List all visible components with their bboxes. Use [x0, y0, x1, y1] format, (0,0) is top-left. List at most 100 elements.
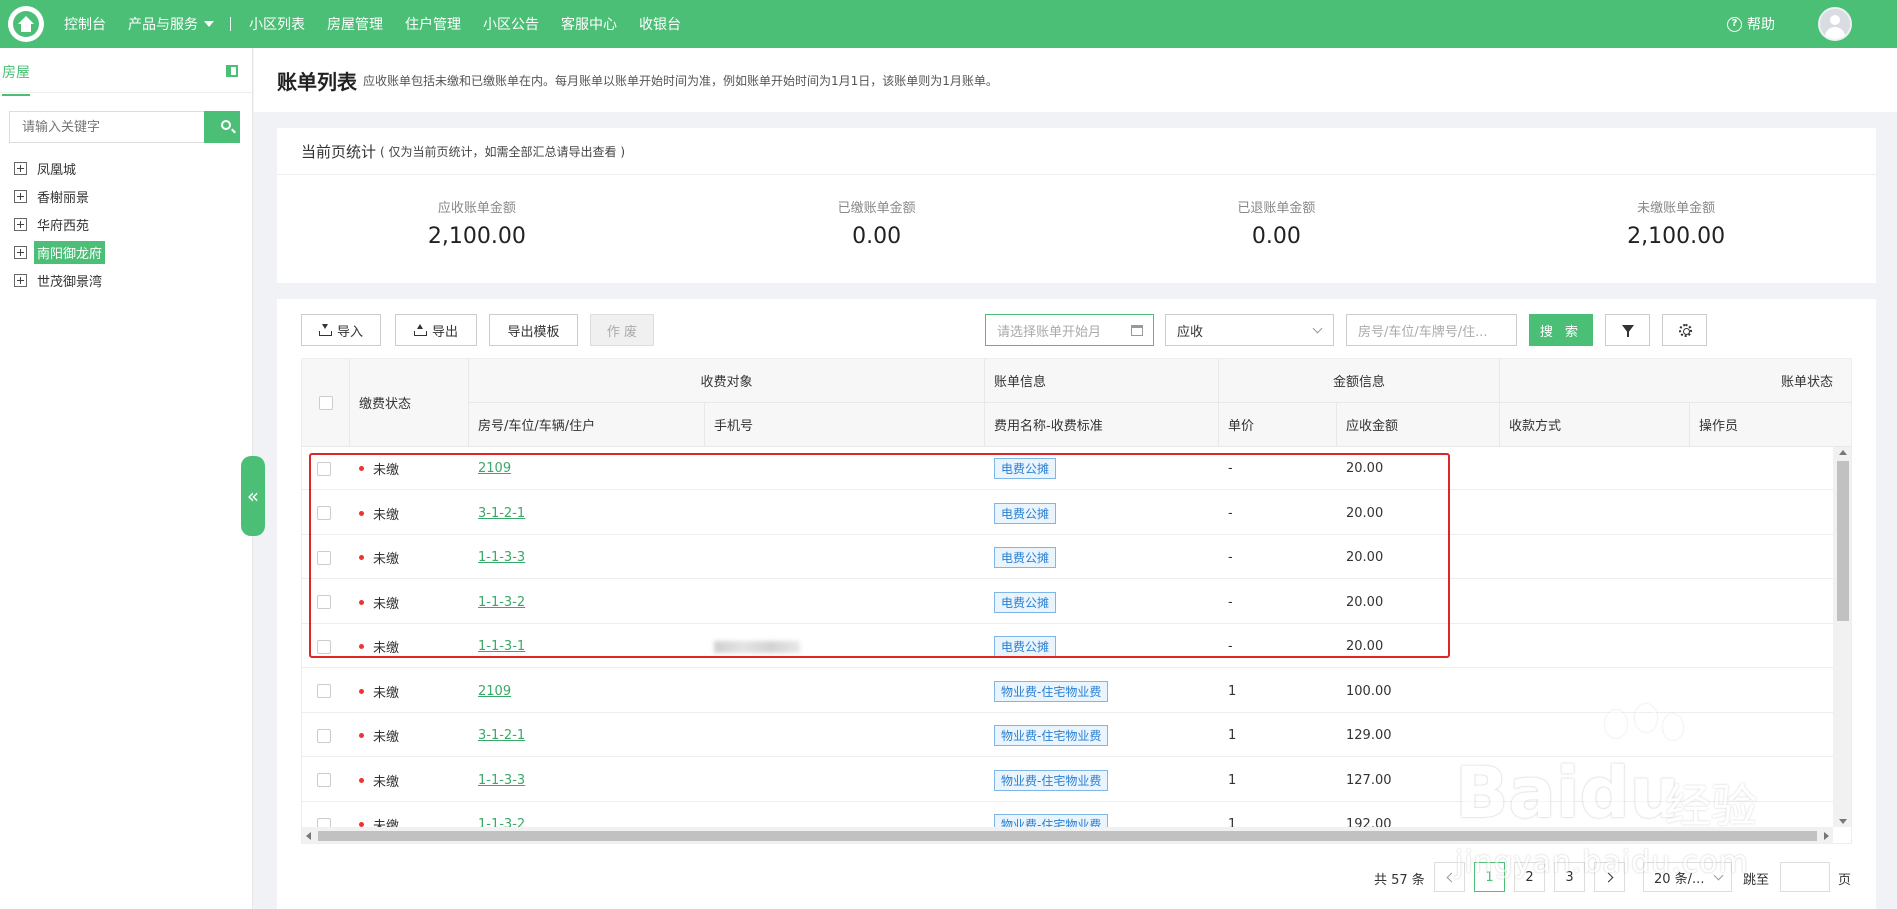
room-link[interactable]: 3-1-2-1: [478, 728, 525, 743]
row-checkbox[interactable]: [317, 684, 331, 698]
pay-status-text: 未缴: [373, 596, 400, 612]
panel-toggle-icon[interactable]: [226, 65, 238, 77]
settings-button[interactable]: [1662, 314, 1707, 346]
row-checkbox[interactable]: [317, 461, 331, 476]
fee-tag[interactable]: 电费公摊: [994, 636, 1057, 657]
arrow-right-icon[interactable]: [1824, 832, 1829, 840]
nav-house-mgmt[interactable]: 房屋管理: [327, 14, 383, 34]
room-search-input[interactable]: 房号/车位/车牌号/住...: [1346, 314, 1517, 346]
fee-tag[interactable]: 物业费-住宅物业费: [994, 680, 1109, 702]
fee-tag[interactable]: 电费公摊: [994, 458, 1057, 479]
room-link[interactable]: 1-1-3-1: [478, 639, 525, 654]
header-room[interactable]: 房号/车位/车辆/住户: [469, 403, 705, 447]
vertical-scrollbar[interactable]: [1833, 447, 1851, 827]
select-all-checkbox[interactable]: [318, 395, 333, 410]
header-operator[interactable]: 操作员: [1690, 403, 1851, 447]
fee-tag[interactable]: 物业费-住宅物业费: [994, 769, 1109, 791]
search-button[interactable]: 搜 索: [1529, 314, 1593, 346]
expand-icon[interactable]: [14, 273, 27, 287]
row-checkbox[interactable]: [317, 595, 331, 609]
arrow-down-icon[interactable]: [1839, 819, 1847, 824]
table-row[interactable]: 未缴 2109 电费公摊 - 20.00: [302, 447, 1833, 490]
horizontal-scrollbar[interactable]: [302, 827, 1833, 843]
tree-item[interactable]: 世茂御景湾: [14, 266, 105, 294]
tree-item-label[interactable]: 世茂御景湾: [34, 269, 105, 292]
sidebar-search-button[interactable]: [204, 111, 240, 143]
scroll-thumb[interactable]: [1837, 461, 1849, 621]
export-template-button[interactable]: 导出模板: [489, 314, 578, 346]
header-phone[interactable]: 手机号: [705, 403, 985, 447]
scroll-thumb[interactable]: [318, 831, 1817, 841]
room-link[interactable]: 2109: [478, 461, 511, 476]
arrow-up-icon[interactable]: [1839, 450, 1847, 455]
row-checkbox[interactable]: [317, 639, 331, 654]
bill-type-select[interactable]: 应收: [1165, 314, 1334, 346]
nav-products[interactable]: 产品与服务: [128, 14, 214, 34]
tree-item[interactable]: 华府西苑: [14, 210, 105, 238]
fee-tag[interactable]: 电费公摊: [994, 547, 1057, 568]
import-button[interactable]: 导入: [301, 314, 381, 346]
table-row[interactable]: 未缴 1-1-3-3 物业费-住宅物业费 1 127.00: [302, 758, 1833, 802]
expand-icon[interactable]: [14, 217, 27, 231]
table-row[interactable]: 未缴 1-1-3-3 电费公摊 - 20.00: [302, 536, 1833, 579]
nav-service-center[interactable]: 客服中心: [561, 14, 617, 34]
logo[interactable]: [8, 6, 44, 42]
header-receivable[interactable]: 应收金额: [1337, 403, 1500, 447]
sidebar-collapse-button[interactable]: «: [241, 456, 265, 536]
help-link[interactable]: ? 帮助: [1727, 0, 1775, 48]
room-link[interactable]: 1-1-3-3: [478, 773, 525, 788]
tree-item[interactable]: 香榭丽景: [14, 182, 105, 210]
table-row[interactable]: 未缴 3-1-2-1 物业费-住宅物业费 1 129.00: [302, 714, 1833, 757]
tree-item-label-selected[interactable]: 南阳御龙府: [34, 240, 106, 264]
header-pay-method[interactable]: 收款方式: [1500, 403, 1690, 447]
unpaid-dot-icon: [359, 555, 364, 560]
goto-page-input[interactable]: [1780, 862, 1830, 892]
prev-page-button[interactable]: [1434, 862, 1465, 892]
table-row[interactable]: 未缴 3-1-2-1 电费公摊 - 20.00: [302, 491, 1833, 535]
header-pay-status[interactable]: 缴费状态: [350, 359, 469, 447]
tree-item[interactable]: 凤凰城: [14, 154, 105, 182]
room-link[interactable]: 1-1-3-3: [478, 550, 525, 565]
sidebar-search-input[interactable]: [9, 111, 204, 143]
tab-house[interactable]: 房屋: [2, 62, 30, 96]
tree-item-label[interactable]: 凤凰城: [34, 157, 79, 180]
arrow-left-icon[interactable]: [306, 832, 311, 840]
room-link[interactable]: 2109: [478, 684, 511, 699]
nav-cashier[interactable]: 收银台: [639, 14, 681, 34]
expand-icon[interactable]: [14, 189, 27, 203]
header-unit-price[interactable]: 单价: [1219, 403, 1337, 447]
nav-resident-mgmt[interactable]: 住户管理: [405, 14, 461, 34]
row-checkbox[interactable]: [317, 550, 331, 565]
row-checkbox[interactable]: [317, 773, 331, 787]
page-size-select[interactable]: 20 条/...: [1643, 862, 1732, 892]
table-row[interactable]: 未缴 1-1-3-1 电费公摊 - 20.00: [302, 625, 1833, 668]
row-checkbox[interactable]: [317, 506, 331, 520]
table-row[interactable]: 未缴 1-1-3-2 电费公摊 - 20.00: [302, 580, 1833, 624]
table-row[interactable]: 未缴 2109 物业费-住宅物业费 1 100.00: [302, 669, 1833, 713]
tree-item-label[interactable]: 香榭丽景: [34, 185, 92, 208]
nav-announcement[interactable]: 小区公告: [483, 14, 539, 34]
expand-icon[interactable]: [14, 245, 27, 259]
row-checkbox[interactable]: [317, 728, 331, 743]
bill-month-picker[interactable]: 请选择账单开始月: [985, 314, 1154, 346]
fee-tag[interactable]: 电费公摊: [994, 591, 1057, 613]
nav-console[interactable]: 控制台: [64, 14, 106, 34]
page-1-button[interactable]: 1: [1474, 862, 1505, 892]
fee-tag[interactable]: 电费公摊: [994, 502, 1057, 524]
nav-community-list[interactable]: 小区列表: [249, 14, 305, 34]
page-3-button[interactable]: 3: [1554, 862, 1585, 892]
avatar[interactable]: [1818, 7, 1852, 41]
header-fee[interactable]: 费用名称-收费标准: [985, 403, 1219, 447]
void-button[interactable]: 作 废: [590, 314, 654, 346]
next-page-button[interactable]: [1594, 862, 1625, 892]
export-button[interactable]: 导出: [395, 314, 477, 346]
fee-tag[interactable]: 物业费-住宅物业费: [994, 725, 1109, 746]
room-link[interactable]: 3-1-2-1: [478, 506, 525, 521]
room-link[interactable]: 1-1-3-2: [478, 595, 525, 610]
page-2-button[interactable]: 2: [1514, 862, 1545, 892]
row-checkbox-cell: [317, 625, 331, 668]
filter-button[interactable]: [1605, 314, 1650, 346]
expand-icon[interactable]: [14, 161, 27, 175]
tree-item[interactable]: 南阳御龙府: [14, 238, 106, 266]
tree-item-label[interactable]: 华府西苑: [34, 213, 92, 236]
